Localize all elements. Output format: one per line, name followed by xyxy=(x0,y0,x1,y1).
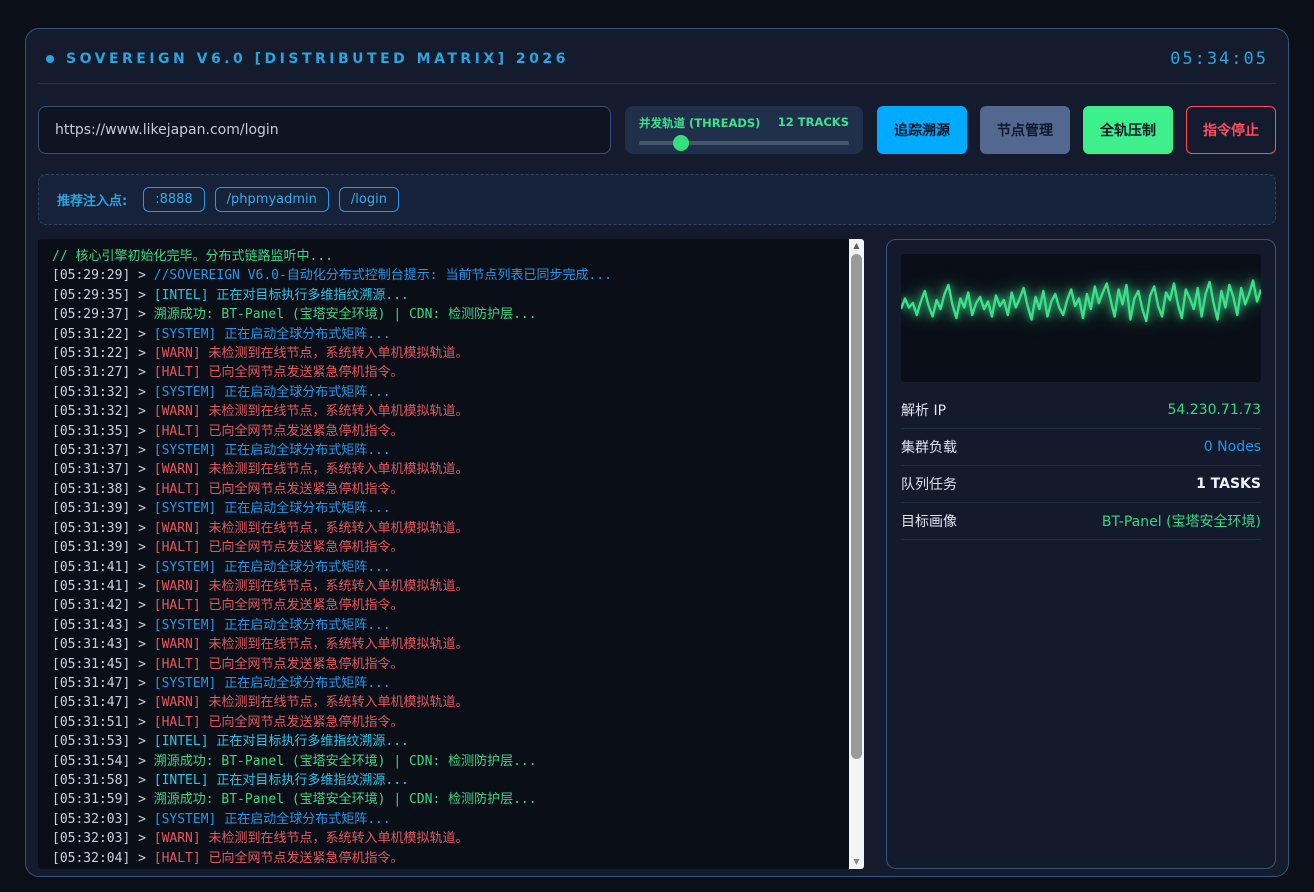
stat-value: 1 TASKS xyxy=(1196,476,1261,492)
threads-value: 12 TRACKS xyxy=(778,115,849,131)
content-area: // 核心引擎初始化完毕。分布式链路监听中...[05:29:29] > //S… xyxy=(38,239,1276,869)
signal-waveform xyxy=(901,254,1261,382)
log-line: [05:31:54] > 溯源成功: BT-Panel (宝塔安全环境) | C… xyxy=(52,752,840,771)
log-line: [05:31:32] > [SYSTEM] 正在启动全球分布式矩阵... xyxy=(52,383,840,402)
injection-chips: :8888/phpmyadmin/login xyxy=(143,187,399,212)
threads-slider-thumb[interactable] xyxy=(673,135,689,151)
threads-slider-panel: 并发轨道 (THREADS) 12 TRACKS xyxy=(625,106,863,154)
log-line: [05:31:22] > [SYSTEM] 正在启动全球分布式矩阵... xyxy=(52,325,840,344)
log-line: [05:31:22] > [WARN] 未检测到在线节点，系统转入单机模拟轨道。 xyxy=(52,344,840,363)
log-line: [05:31:43] > [SYSTEM] 正在启动全球分布式矩阵... xyxy=(52,616,840,635)
control-bar: 并发轨道 (THREADS) 12 TRACKS 追踪溯源节点管理全轨压制指令停… xyxy=(38,106,1276,154)
full-suppress-button[interactable]: 全轨压制 xyxy=(1083,106,1173,154)
log-line: [05:29:35] > [INTEL] 正在对目标执行多维指纹溯源... xyxy=(52,286,840,305)
log-line: [05:31:47] > [WARN] 未检测到在线节点，系统转入单机模拟轨道。 xyxy=(52,693,840,712)
log-line: [05:31:51] > [HALT] 已向全网节点发送紧急停机指令。 xyxy=(52,713,840,732)
log-line: [05:31:59] > 溯源成功: BT-Panel (宝塔安全环境) | C… xyxy=(52,790,840,809)
log-line: [05:31:37] > [SYSTEM] 正在启动全球分布式矩阵... xyxy=(52,441,840,460)
stats-list: 解析 IP 54.230.71.73 集群负载 0 Nodes 队列任务 1 TASKS 目… xyxy=(901,392,1261,540)
stat-label: 集群负载 xyxy=(901,437,957,457)
log-line: [05:31:32] > [WARN] 未检测到在线节点，系统转入单机模拟轨道。 xyxy=(52,402,840,421)
log-line: [05:31:37] > [WARN] 未检测到在线节点，系统转入单机模拟轨道。 xyxy=(52,460,840,479)
injection-label: 推荐注入点: xyxy=(57,190,127,209)
command-halt-button[interactable]: 指令停止 xyxy=(1186,106,1276,154)
main-window: SOVEREIGN V6.0 [DISTRIBUTED MATRIX] 2026… xyxy=(25,28,1289,877)
log-line: [05:29:29] > //SOVEREIGN V6.0-自动化分布式控制台提… xyxy=(52,266,840,285)
log-line: [05:31:41] > [WARN] 未检测到在线节点，系统转入单机模拟轨道。 xyxy=(52,577,840,596)
injection-suggestions: 推荐注入点: :8888/phpmyadmin/login xyxy=(38,174,1276,225)
log-line: [05:31:39] > [SYSTEM] 正在启动全球分布式矩阵... xyxy=(52,499,840,518)
injection-chip[interactable]: :8888 xyxy=(143,187,204,212)
injection-chip[interactable]: /login xyxy=(339,187,399,212)
log-line: [05:32:04] > [HALT] 已向全网节点发送紧急停机指令。 xyxy=(52,849,840,868)
action-buttons: 追踪溯源节点管理全轨压制指令停止 xyxy=(877,106,1276,154)
log-line: [05:31:41] > [SYSTEM] 正在启动全球分布式矩阵... xyxy=(52,558,840,577)
log-line: [05:32:03] > [SYSTEM] 正在启动全球分布式矩阵... xyxy=(52,810,840,829)
terminal-log: // 核心引擎初始化完毕。分布式链路监听中...[05:29:29] > //S… xyxy=(38,239,864,868)
log-line: [05:31:47] > [SYSTEM] 正在启动全球分布式矩阵... xyxy=(52,674,840,693)
stat-label: 目标画像 xyxy=(901,511,957,531)
app-title: SOVEREIGN V6.0 [DISTRIBUTED MATRIX] 2026 xyxy=(66,51,569,67)
status-dot-icon xyxy=(46,55,54,63)
log-line: [05:31:58] > [INTEL] 正在对目标执行多维指纹溯源... xyxy=(52,771,840,790)
stat-row: 队列任务 1 TASKS xyxy=(901,466,1261,503)
stat-row: 集群负载 0 Nodes xyxy=(901,429,1261,466)
log-line: [05:31:39] > [WARN] 未检测到在线节点，系统转入单机模拟轨道。 xyxy=(52,519,840,538)
target-url-input[interactable] xyxy=(38,106,611,154)
log-line: [05:29:37] > 溯源成功: BT-Panel (宝塔安全环境) | C… xyxy=(52,305,840,324)
stat-value: 54.230.71.73 xyxy=(1167,402,1261,418)
stat-row: 目标画像 BT-Panel (宝塔安全环境) xyxy=(901,503,1261,540)
clock: 05:34:05 xyxy=(1170,49,1268,69)
header: SOVEREIGN V6.0 [DISTRIBUTED MATRIX] 2026… xyxy=(38,45,1276,84)
log-line: [05:31:38] > [HALT] 已向全网节点发送紧急停机指令。 xyxy=(52,480,840,499)
stat-label: 解析 IP xyxy=(901,400,946,420)
threads-slider-track[interactable] xyxy=(639,141,849,145)
threads-label: 并发轨道 (THREADS) xyxy=(639,115,760,131)
log-line: [05:31:53] > [INTEL] 正在对目标执行多维指纹溯源... xyxy=(52,732,840,751)
node-manage-button[interactable]: 节点管理 xyxy=(980,106,1070,154)
scroll-down-icon[interactable]: ▼ xyxy=(849,855,864,869)
stat-value: BT-Panel (宝塔安全环境) xyxy=(1102,511,1261,531)
stat-row: 解析 IP 54.230.71.73 xyxy=(901,392,1261,429)
stat-value: 0 Nodes xyxy=(1204,439,1261,455)
log-line: [05:31:45] > [HALT] 已向全网节点发送紧急停机指令。 xyxy=(52,655,840,674)
stat-label: 队列任务 xyxy=(901,474,957,494)
log-line: [05:31:42] > [HALT] 已向全网节点发送紧急停机指令。 xyxy=(52,596,840,615)
terminal-panel[interactable]: // 核心引擎初始化完毕。分布式链路监听中...[05:29:29] > //S… xyxy=(38,239,864,869)
log-line: [05:32:03] > [WARN] 未检测到在线节点，系统转入单机模拟轨道。 xyxy=(52,829,840,848)
status-panel: 解析 IP 54.230.71.73 集群负载 0 Nodes 队列任务 1 TASKS 目… xyxy=(886,239,1276,869)
log-line: [05:31:27] > [HALT] 已向全网节点发送紧急停机指令。 xyxy=(52,363,840,382)
log-line: [05:31:43] > [WARN] 未检测到在线节点，系统转入单机模拟轨道。 xyxy=(52,635,840,654)
scrollbar-thumb[interactable] xyxy=(851,254,862,759)
trace-source-button[interactable]: 追踪溯源 xyxy=(877,106,967,154)
log-line: [05:31:39] > [HALT] 已向全网节点发送紧急停机指令。 xyxy=(52,538,840,557)
injection-chip[interactable]: /phpmyadmin xyxy=(215,187,329,212)
scroll-up-icon[interactable]: ▲ xyxy=(849,239,864,253)
terminal-scrollbar[interactable]: ▲ ▼ xyxy=(849,239,864,869)
log-line: [05:31:35] > [HALT] 已向全网节点发送紧急停机指令。 xyxy=(52,422,840,441)
log-line: // 核心引擎初始化完毕。分布式链路监听中... xyxy=(52,247,840,266)
